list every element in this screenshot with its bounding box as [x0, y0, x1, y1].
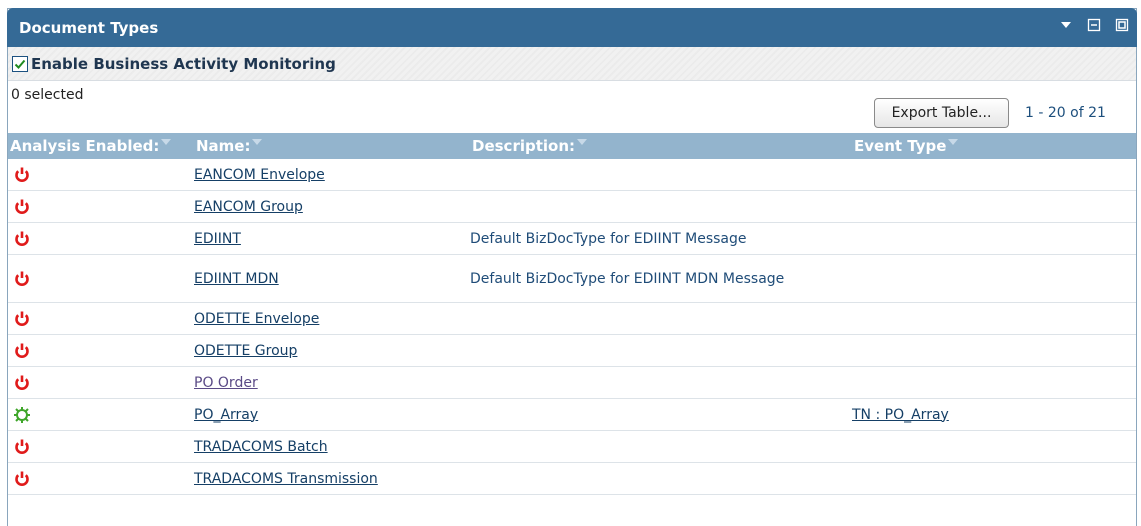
- description-cell: [470, 190, 852, 223]
- table-row: TRADACOMS Batch: [8, 430, 1136, 463]
- name-cell: PO_Array: [194, 398, 470, 431]
- analysis-disabled-power-icon[interactable]: [13, 230, 31, 248]
- analysis-disabled-power-icon[interactable]: [13, 270, 31, 288]
- analysis-disabled-power-icon[interactable]: [13, 166, 31, 184]
- document-type-link[interactable]: TRADACOMS Transmission: [194, 471, 378, 487]
- event-type-link[interactable]: TN : PO_Array: [852, 407, 949, 423]
- event-type-cell: [852, 462, 1136, 495]
- name-cell: ODETTE Group: [194, 334, 470, 367]
- table-row: EANCOM Group: [8, 190, 1136, 223]
- analysis-disabled-power-icon[interactable]: [13, 438, 31, 456]
- analysis-enabled-cell: [8, 254, 194, 303]
- table-row: ODETTE Group: [8, 334, 1136, 367]
- description-cell: Default BizDocType for EDIINT MDN Messag…: [470, 254, 852, 303]
- panel-title: Document Types: [19, 19, 159, 37]
- column-header-name[interactable]: Name:: [194, 133, 470, 159]
- event-type-cell: [852, 159, 1136, 191]
- description-cell: [470, 366, 852, 399]
- column-header-description[interactable]: Description:: [470, 133, 852, 159]
- table-row: PO_Array TN : PO_Array: [8, 398, 1136, 431]
- export-table-button[interactable]: Export Table...: [874, 98, 1009, 128]
- table-row: PO Order: [8, 366, 1136, 399]
- event-type-cell: [852, 430, 1136, 463]
- analysis-enabled-cell: [8, 430, 194, 463]
- bam-row: Enable Business Activity Monitoring: [8, 47, 1136, 81]
- name-cell: EDIINT: [194, 222, 470, 255]
- panel-titlebar: Document Types: [7, 8, 1137, 47]
- enable-bam-label[interactable]: Enable Business Activity Monitoring: [31, 55, 336, 73]
- event-type-cell: [852, 254, 1136, 303]
- sort-arrow-icon[interactable]: [948, 139, 959, 145]
- document-type-link[interactable]: EDIINT MDN: [194, 271, 279, 287]
- analysis-enabled-cell: [8, 159, 194, 191]
- sort-arrow-icon[interactable]: [252, 139, 263, 145]
- analysis-enabled-cell: [8, 398, 194, 431]
- document-type-link[interactable]: ODETTE Group: [194, 343, 297, 359]
- table-row: EDIINT Default BizDocType for EDIINT Mess…: [8, 222, 1136, 255]
- analysis-disabled-power-icon[interactable]: [13, 470, 31, 488]
- sort-arrow-icon[interactable]: [577, 139, 588, 145]
- document-types-panel: Document Types Enable Business Activity …: [7, 8, 1137, 526]
- document-type-link[interactable]: EANCOM Group: [194, 199, 303, 215]
- document-types-table: Analysis Enabled: Name: Description: Eve…: [8, 133, 1136, 495]
- minimize-icon[interactable]: [1087, 18, 1101, 32]
- analysis-enabled-cell: [8, 302, 194, 335]
- document-type-link[interactable]: TRADACOMS Batch: [194, 439, 328, 455]
- table-toolbar: 0 selected Export Table... 1 - 20 of 21: [8, 81, 1136, 133]
- event-type-cell: [852, 334, 1136, 367]
- analysis-enabled-icon[interactable]: [13, 406, 31, 424]
- document-type-link[interactable]: EANCOM Envelope: [194, 167, 325, 183]
- table-row: ODETTE Envelope: [8, 302, 1136, 335]
- name-cell: PO Order: [194, 366, 470, 399]
- event-type-cell: [852, 190, 1136, 223]
- enable-bam-checkbox[interactable]: [12, 56, 28, 72]
- name-cell: EANCOM Envelope: [194, 159, 470, 191]
- analysis-disabled-power-icon[interactable]: [13, 310, 31, 328]
- description-cell: [470, 462, 852, 495]
- name-cell: EANCOM Group: [194, 190, 470, 223]
- column-header-event-type[interactable]: Event Type: [852, 133, 1136, 159]
- analysis-disabled-power-icon[interactable]: [13, 198, 31, 216]
- description-cell: Default BizDocType for EDIINT Message: [470, 222, 852, 255]
- table-row: TRADACOMS Transmission: [8, 462, 1136, 495]
- maximize-icon[interactable]: [1115, 18, 1129, 32]
- sort-arrow-icon[interactable]: [161, 139, 172, 145]
- pagination-range: 1 - 20 of 21: [1025, 105, 1106, 121]
- event-type-cell: [852, 222, 1136, 255]
- event-type-cell: [852, 366, 1136, 399]
- table-row: EDIINT MDN Default BizDocType for EDIINT …: [8, 254, 1136, 303]
- name-cell: TRADACOMS Batch: [194, 430, 470, 463]
- analysis-enabled-cell: [8, 190, 194, 223]
- description-cell: [470, 334, 852, 367]
- collapse-arrow-icon[interactable]: [1059, 18, 1073, 32]
- event-type-cell: [852, 302, 1136, 335]
- analysis-enabled-cell: [8, 222, 194, 255]
- analysis-disabled-power-icon[interactable]: [13, 342, 31, 360]
- document-type-link[interactable]: ODETTE Envelope: [194, 311, 319, 327]
- description-cell: [470, 430, 852, 463]
- description-cell: [470, 302, 852, 335]
- column-header-analysis-enabled[interactable]: Analysis Enabled:: [8, 133, 194, 159]
- table-row: EANCOM Envelope: [8, 159, 1136, 191]
- table-header-row: Analysis Enabled: Name: Description: Eve…: [8, 133, 1136, 159]
- name-cell: EDIINT MDN: [194, 254, 470, 303]
- name-cell: TRADACOMS Transmission: [194, 462, 470, 495]
- selected-count: 0 selected: [11, 87, 84, 103]
- analysis-enabled-cell: [8, 462, 194, 495]
- document-type-link[interactable]: PO_Array: [194, 407, 258, 423]
- analysis-enabled-cell: [8, 334, 194, 367]
- name-cell: ODETTE Envelope: [194, 302, 470, 335]
- analysis-disabled-power-icon[interactable]: [13, 374, 31, 392]
- analysis-enabled-cell: [8, 366, 194, 399]
- document-type-link[interactable]: EDIINT: [194, 231, 241, 247]
- document-type-link[interactable]: PO Order: [194, 375, 258, 391]
- description-cell: [470, 398, 852, 431]
- event-type-cell: TN : PO_Array: [852, 398, 1136, 431]
- window-controls: [1059, 18, 1129, 32]
- description-cell: [470, 159, 852, 191]
